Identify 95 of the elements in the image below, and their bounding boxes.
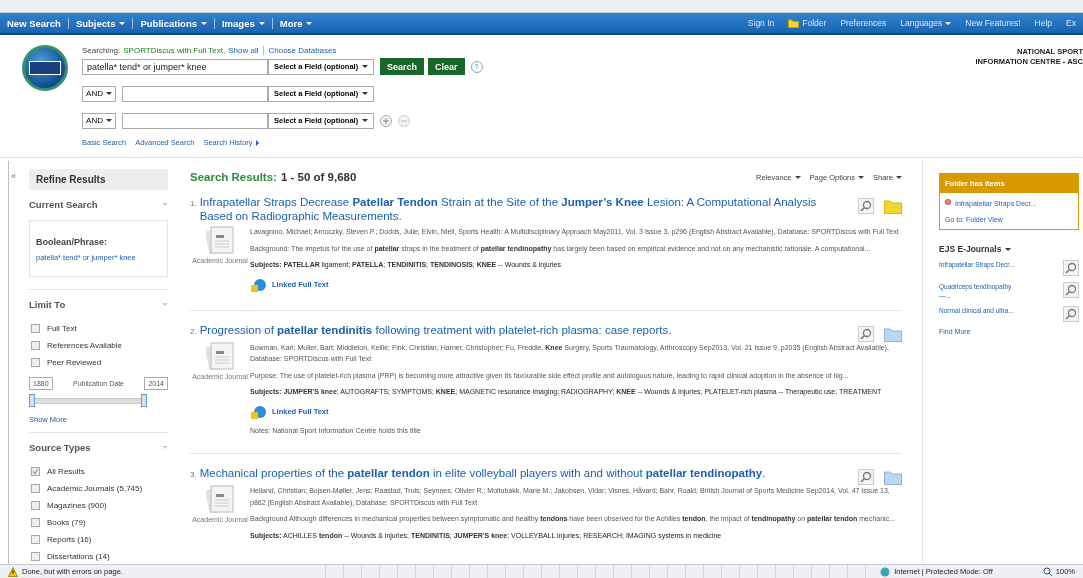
panel-title: Refine Results — [36, 174, 106, 185]
result-title-link[interactable]: Mechanical properties of the patellar tendon in elite volleyball players with and without patellar tendinopathy. — [199, 466, 848, 480]
nav-link[interactable]: New Features! — [958, 18, 1028, 28]
section-heading[interactable]: EJS E-Journals — [939, 244, 1002, 254]
section-heading[interactable]: Limit To — [29, 299, 66, 310]
checkbox-label: All Results — [47, 467, 85, 476]
caret-icon — [162, 203, 168, 206]
slider-handle[interactable] — [29, 394, 35, 407]
section-heading[interactable]: Current Search — [29, 199, 98, 210]
caret-icon — [896, 175, 902, 179]
collapse-button[interactable]: « — [11, 171, 16, 181]
date-range-slider[interactable] — [29, 394, 147, 407]
results-heading: Search Results: — [190, 171, 277, 183]
search-field[interactable] — [122, 85, 268, 102]
checkbox-label: References Available — [47, 341, 122, 350]
nav-menu-item[interactable]: Publications — [132, 17, 214, 29]
checkbox[interactable] — [31, 358, 40, 367]
magnifier-icon[interactable] — [1063, 306, 1079, 322]
choose-databases-link[interactable]: Choose Databases — [263, 45, 337, 55]
caret-icon — [162, 303, 168, 306]
search-field[interactable] — [122, 112, 268, 129]
folder-icon[interactable] — [884, 325, 902, 342]
label: Searching: — [82, 45, 121, 55]
checkbox[interactable] — [31, 518, 40, 527]
operator-dropdown[interactable]: AND — [82, 85, 116, 102]
show-all-link[interactable]: Show all — [228, 45, 259, 55]
caret-icon — [362, 65, 368, 68]
clear-button[interactable]: Clear — [428, 58, 465, 75]
caret-icon — [105, 119, 112, 122]
nav-link[interactable]: Folder — [781, 18, 834, 28]
result-number: 2. — [190, 325, 197, 338]
section-heading[interactable]: Source Types — [29, 442, 91, 453]
checkbox-label: Full Text — [47, 324, 77, 333]
magnifier-icon[interactable] — [858, 325, 874, 342]
checkbox-label: Academic Journals (5,745) — [47, 484, 143, 493]
full-text-icon — [250, 404, 266, 419]
full-text-icon — [250, 277, 266, 292]
bullet-icon — [945, 199, 951, 205]
nav-menu-item[interactable]: Subjects — [67, 17, 133, 29]
nav-link[interactable]: Ex — [1059, 18, 1083, 28]
document-icon — [206, 226, 234, 254]
result-number: 1. — [190, 198, 197, 210]
checkbox[interactable] — [31, 324, 40, 333]
folder-icon[interactable] — [884, 198, 902, 214]
caret-icon — [362, 119, 368, 122]
add-row-icon[interactable] — [380, 114, 392, 127]
checkbox-label: Magazines (900) — [47, 501, 107, 510]
nav-link[interactable]: Help — [1027, 18, 1060, 28]
checkbox-label: Reports (16) — [47, 535, 92, 544]
label: Boolean/Phrase: — [36, 237, 109, 247]
magnifier-icon[interactable] — [858, 198, 874, 214]
globe-icon — [880, 566, 891, 577]
folder-icon — [788, 18, 800, 28]
checkbox-label: Books (79) — [47, 518, 86, 527]
checkbox-label: Peer Reviewed — [47, 358, 102, 367]
operator-dropdown[interactable]: AND — [82, 112, 116, 129]
result-title-link[interactable]: Infrapatellar Straps Decrease Patellar Tendon Strain at the Site of the Jumper’s Knee Lesion: A Computational Analysis Based on Radiographic Measurements. — [199, 195, 848, 223]
nav-link[interactable]: Languages — [893, 18, 959, 28]
document-icon — [206, 485, 234, 513]
caret-icon — [362, 92, 368, 95]
database-name: SPORTDiscus with Full Text, — [123, 45, 226, 55]
nav-menu-item[interactable]: More — [271, 17, 320, 29]
warning-icon — [8, 566, 18, 577]
remove-row-icon[interactable] — [398, 114, 410, 127]
checkbox[interactable] — [31, 341, 40, 350]
nav-menu-item[interactable]: New Search — [0, 17, 68, 29]
result-number: 3. — [190, 469, 197, 481]
magnifier-icon[interactable] — [1063, 282, 1079, 298]
caret-icon — [105, 92, 112, 95]
results-count: 1 - 50 of 9,680 — [280, 171, 357, 183]
checkbox-label: Dissertations (14) — [47, 552, 110, 561]
checkbox[interactable] — [31, 552, 40, 561]
folder-icon[interactable] — [884, 469, 902, 485]
caret-icon — [162, 446, 168, 449]
caret-icon — [1005, 247, 1012, 251]
nav-link[interactable]: Preferences — [833, 18, 894, 28]
logo-icon[interactable] — [22, 45, 68, 91]
slider-handle[interactable] — [141, 394, 147, 407]
magnifier-icon[interactable] — [1063, 260, 1079, 276]
nav-menu-item[interactable]: Images — [213, 17, 272, 29]
checkbox[interactable] — [31, 535, 40, 544]
zoom-icon[interactable] — [1042, 566, 1053, 577]
caret-icon — [794, 175, 801, 179]
caret-icon — [858, 175, 864, 179]
checkbox[interactable] — [31, 501, 40, 510]
document-icon — [206, 341, 234, 370]
checkbox[interactable] — [31, 467, 40, 476]
result-title-link[interactable]: Progression of patellar tendinitis following treatment with platelet-rich plasma: case reports. — [199, 322, 848, 337]
search-button[interactable]: Search — [380, 58, 425, 75]
caret-icon — [945, 21, 952, 25]
nav-link[interactable]: Sign In — [740, 18, 782, 28]
arrow-icon — [255, 139, 259, 146]
checkbox[interactable] — [31, 484, 40, 493]
search-field[interactable]: patella* tend* or jumper* knee — [82, 58, 268, 75]
magnifier-icon[interactable] — [858, 469, 874, 485]
